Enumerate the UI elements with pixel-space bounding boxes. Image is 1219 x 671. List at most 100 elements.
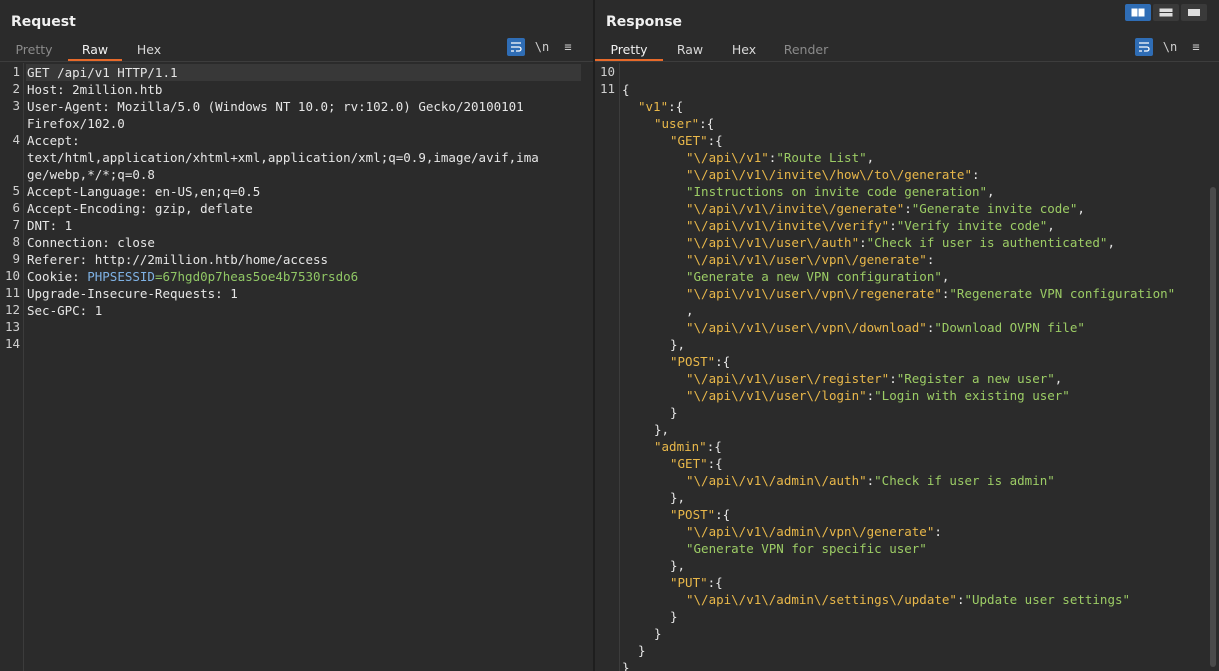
json-line: "PUT":{ <box>670 574 723 591</box>
line-number: 13 <box>4 319 20 334</box>
json-punctuation: : <box>971 167 980 182</box>
response-editor[interactable]: 10 11 {"v1":{"user":{"GET":{"\/api\/v1":"… <box>595 63 1219 671</box>
response-tab-hex[interactable]: Hex <box>717 40 771 61</box>
json-key: "\/api\/v1\/invite\/how\/to\/generate" <box>686 167 972 182</box>
json-line: { <box>622 81 630 98</box>
line-number: 14 <box>4 336 20 351</box>
json-line: "POST":{ <box>670 506 730 523</box>
json-key: "\/api\/v1\/invite\/verify" <box>686 218 890 233</box>
request-line: Accept: <box>27 132 80 149</box>
json-key: "GET" <box>670 456 708 471</box>
json-punctuation: :{ <box>706 439 722 454</box>
json-value: "Generate invite code" <box>911 201 1078 216</box>
json-value: "Check if user is admin" <box>874 473 1055 488</box>
request-line: User-Agent: Mozilla/5.0 (Windows NT 10.0… <box>27 98 524 115</box>
json-key: "POST" <box>670 354 716 369</box>
line-number: 11 <box>599 81 615 96</box>
json-line: }, <box>654 421 669 438</box>
json-key: "v1" <box>638 99 669 114</box>
layout-side-by-side-button[interactable] <box>1125 4 1151 21</box>
request-toolbar: \n ≡ <box>507 38 577 56</box>
line-number: 3 <box>12 98 20 113</box>
json-line: "\/api\/v1\/user\/vpn\/generate": <box>686 251 934 268</box>
request-tab-hex[interactable]: Hex <box>122 40 176 61</box>
json-value: "Generate a new VPN configuration" <box>686 269 942 284</box>
request-line: Upgrade-Insecure-Requests: 1 <box>27 285 238 302</box>
request-tab-pretty[interactable]: Pretty <box>0 40 68 61</box>
json-punctuation: :{ <box>668 99 684 114</box>
json-line: } <box>670 404 678 421</box>
json-line: "GET":{ <box>670 132 723 149</box>
request-line-text: text/html,application/xhtml+xml,applicat… <box>27 150 539 165</box>
json-line: "user":{ <box>654 115 714 132</box>
json-punctuation: , <box>1107 235 1115 250</box>
menu-icon[interactable]: ≡ <box>559 38 577 56</box>
json-punctuation: }, <box>670 337 686 352</box>
json-line: "GET":{ <box>670 455 723 472</box>
wrap-lines-icon[interactable] <box>507 38 525 56</box>
json-key: "\/api\/v1\/invite\/generate" <box>686 201 905 216</box>
json-line: } <box>622 659 630 671</box>
response-tab-raw[interactable]: Raw <box>663 40 717 61</box>
line-number: 5 <box>12 183 20 198</box>
request-line-text: Accept-Language: en-US,en;q=0.5 <box>27 184 261 199</box>
json-punctuation: :{ <box>707 456 723 471</box>
request-line-text: Referer: http://2million.htb/home/access <box>27 252 329 267</box>
json-punctuation: , <box>686 303 694 318</box>
json-line: "\/api\/v1\/invite\/generate":"Generate … <box>686 200 1085 217</box>
json-line: "\/api\/v1\/admin\/auth":"Check if user … <box>686 472 1055 489</box>
json-punctuation: : <box>926 252 935 267</box>
json-line: "\/api\/v1\/invite\/verify":"Verify invi… <box>686 217 1055 234</box>
json-value: "Update user settings" <box>964 592 1131 607</box>
json-punctuation: } <box>638 643 646 658</box>
layout-stacked-button[interactable] <box>1153 4 1179 21</box>
request-line-text: Host: 2million.htb <box>27 82 163 97</box>
newline-icon[interactable]: \n <box>533 38 551 56</box>
json-key: "\/api\/v1\/admin\/auth" <box>686 473 867 488</box>
json-punctuation: : <box>934 524 942 539</box>
json-value: "Download OVPN file" <box>934 320 1085 335</box>
json-line: "\/api\/v1\/user\/vpn\/download":"Downlo… <box>686 319 1085 336</box>
request-line: Accept-Encoding: gzip, deflate <box>27 200 253 217</box>
request-line: Cookie: PHPSESSID=67hgd0p7heas5oe4b7530r… <box>27 268 358 285</box>
line-number: 6 <box>12 200 20 215</box>
json-line: } <box>670 608 678 625</box>
json-line: }, <box>670 336 685 353</box>
json-key: "\/api\/v1\/user\/register" <box>686 371 890 386</box>
layout-toggle-group <box>1125 4 1207 21</box>
request-editor[interactable]: 1 2 3 4 5 6 7 8 9 10 11 12 13 14 GET /api/v1 HTTP/1.1… <box>0 63 594 671</box>
json-key: "POST" <box>670 507 716 522</box>
line-number: 12 <box>4 302 20 317</box>
json-line: }, <box>670 489 685 506</box>
json-line: "Generate VPN for specific user" <box>686 540 927 557</box>
json-punctuation: , <box>1077 201 1085 216</box>
menu-icon[interactable]: ≡ <box>1187 38 1205 56</box>
json-key: "\/api\/v1\/admin\/settings\/update" <box>686 592 957 607</box>
response-title: Response <box>606 14 683 30</box>
json-punctuation: }, <box>670 490 686 505</box>
json-line: "\/api\/v1\/user\/auth":"Check if user i… <box>686 234 1115 251</box>
json-punctuation: :{ <box>707 133 723 148</box>
json-key: "\/api\/v1\/admin\/vpn\/generate" <box>686 524 935 539</box>
newline-icon[interactable]: \n <box>1161 38 1179 56</box>
request-tab-raw[interactable]: Raw <box>68 40 122 61</box>
json-line: "\/api\/v1\/user\/login":"Login with exi… <box>686 387 1070 404</box>
json-line: "\/api\/v1\/admin\/settings\/update":"Up… <box>686 591 1130 608</box>
request-line-text: Firefox/102.0 <box>27 116 125 131</box>
request-line: ge/webp,*/*;q=0.8 <box>27 166 155 183</box>
json-value: "Register a new user" <box>896 371 1055 386</box>
request-line-text: DNT: 1 <box>27 218 73 233</box>
layout-single-button[interactable] <box>1181 4 1207 21</box>
json-punctuation: } <box>670 405 678 420</box>
response-tab-render[interactable]: Render <box>771 40 841 61</box>
line-number: 9 <box>12 251 20 266</box>
json-punctuation: , <box>866 150 875 165</box>
json-line: , <box>686 302 694 319</box>
json-line: } <box>654 625 662 642</box>
request-line: text/html,application/xhtml+xml,applicat… <box>27 149 539 166</box>
response-scrollbar[interactable] <box>1210 187 1216 667</box>
response-tab-pretty[interactable]: Pretty <box>595 40 663 61</box>
wrap-lines-icon[interactable] <box>1135 38 1153 56</box>
request-line-text: Accept-Encoding: gzip, deflate <box>27 201 253 216</box>
json-line: "\/api\/v1\/invite\/how\/to\/generate": <box>686 166 980 183</box>
